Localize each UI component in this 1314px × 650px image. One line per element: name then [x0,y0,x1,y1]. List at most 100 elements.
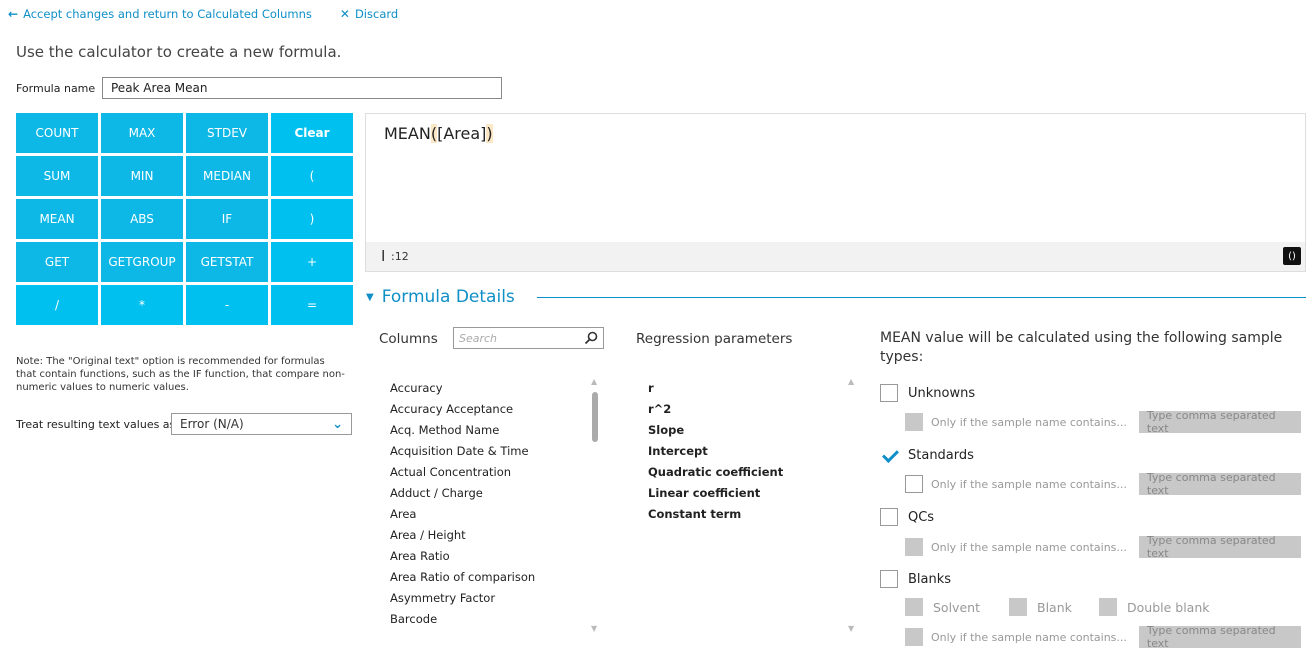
unknowns-only-if-checkbox[interactable] [905,413,923,431]
standards-only-if-label: Only if the sample name contains... [931,477,1127,491]
blanks-filter-input[interactable]: Type comma separated text [1138,624,1301,650]
paren-match-button[interactable]: () [1283,247,1301,265]
formula-details-toggle[interactable]: ▼ Formula Details [366,287,515,307]
blank-label: Blank [1037,599,1072,615]
list-item[interactable]: Barcode [390,609,590,630]
close-icon: ✕ [339,7,350,21]
accept-changes-label: Accept changes and return to Calculated … [23,7,312,21]
list-item[interactable]: Linear coefficient [648,483,848,504]
list-item[interactable]: Area Ratio of comparison [390,567,590,588]
min-button[interactable]: MIN [101,156,183,196]
formula-editor[interactable]: MEAN([Area]) I :12 () [365,113,1306,272]
treat-text-select[interactable]: Error (N/A) ⌄ [171,413,352,435]
list-item[interactable]: Slope [648,420,848,441]
divide-button[interactable]: / [16,285,98,325]
list-item[interactable]: Acquisition Date & Time [390,441,590,462]
equals-button[interactable]: = [271,285,353,325]
count-button[interactable]: COUNT [16,113,98,153]
qcs-only-if-label: Only if the sample name contains... [931,540,1127,554]
list-item[interactable]: Area [390,504,590,525]
standards-label: Standards [908,447,974,463]
qcs-filter-input[interactable]: Type comma separated text [1138,534,1301,560]
page-instruction: Use the calculator to create a new formu… [16,43,342,61]
standards-filter-input[interactable]: Type comma separated text [1138,471,1301,497]
minus-button[interactable]: - [186,285,268,325]
list-item[interactable]: Quadratic coefficient [648,462,848,483]
blanks-only-if-label: Only if the sample name contains... [931,630,1127,644]
regression-list[interactable]: r r^2 Slope Intercept Quadratic coeffici… [648,378,848,525]
standards-only-if-checkbox[interactable] [905,475,923,493]
double-blank-checkbox[interactable] [1099,598,1117,616]
blanks-checkbox[interactable] [880,570,898,588]
open-paren-button[interactable]: ( [271,156,353,196]
unknowns-checkbox[interactable] [880,384,898,402]
unknowns-only-if-label: Only if the sample name contains... [931,415,1127,429]
median-button[interactable]: MEDIAN [186,156,268,196]
sum-button[interactable]: SUM [16,156,98,196]
formula-name-input[interactable] [102,77,502,99]
columns-scrollbar-thumb[interactable] [592,392,598,442]
unknowns-filter-row: Only if the sample name contains... Type… [905,409,1301,435]
blank-checkbox[interactable] [1009,598,1027,616]
discard-label: Discard [354,7,399,21]
formula-function: MEAN [384,124,431,143]
qcs-only-if-checkbox[interactable] [905,538,923,556]
list-item[interactable]: Accuracy Acceptance [390,399,590,420]
columns-label: Columns [379,331,438,347]
blanks-subtypes-row: Solvent Blank Double blank [905,598,1210,616]
caret-down-icon: ▼ [366,291,374,303]
abs-button[interactable]: ABS [101,199,183,239]
plus-button[interactable]: + [271,242,353,282]
close-paren-button[interactable]: ) [271,199,353,239]
mean-button[interactable]: MEAN [16,199,98,239]
qcs-filter-row: Only if the sample name contains... Type… [905,534,1301,560]
stdev-button[interactable]: STDEV [186,113,268,153]
if-button[interactable]: IF [186,199,268,239]
list-item[interactable]: Adduct / Charge [390,483,590,504]
list-item[interactable]: Accuracy [390,378,590,399]
formula-text: MEAN([Area]) [384,124,493,143]
columns-list[interactable]: Accuracy Accuracy Acceptance Acq. Method… [390,378,590,643]
formula-details-title: Formula Details [381,287,515,307]
qcs-checkbox[interactable] [880,508,898,526]
formula-close-paren: ) [486,124,493,143]
list-item[interactable]: Asymmetry Factor [390,588,590,609]
calculator-keypad: COUNT MAX STDEV Clear SUM MIN MEDIAN ( M… [16,113,353,325]
standards-checkbox[interactable] [880,446,898,464]
list-item[interactable]: Constant term [648,504,848,525]
arrow-left-icon: ← [8,7,19,21]
columns-search-input[interactable]: Search [453,327,604,349]
solvent-checkbox[interactable] [905,598,923,616]
search-icon [584,331,598,345]
scroll-up-icon[interactable]: ▲ [591,377,597,386]
multiply-button[interactable]: * [101,285,183,325]
list-item[interactable]: Area Ratio [390,546,590,567]
getstat-button[interactable]: GETSTAT [186,242,268,282]
search-placeholder: Search [459,331,498,345]
original-text-note: Note: The "Original text" option is reco… [16,356,345,393]
clear-button[interactable]: Clear [271,113,353,153]
list-item[interactable]: r [648,378,848,399]
max-button[interactable]: MAX [101,113,183,153]
list-item[interactable]: r^2 [648,399,848,420]
list-item[interactable]: Actual Concentration [390,462,590,483]
list-item[interactable]: Acq. Method Name [390,420,590,441]
regression-scroll-down-icon[interactable]: ▼ [848,624,854,633]
scroll-down-icon[interactable]: ▼ [591,624,597,633]
editor-footer: I :12 () [366,242,1305,271]
discard-link[interactable]: ✕ Discard [340,7,398,21]
qcs-label: QCs [908,509,935,525]
blanks-only-if-checkbox[interactable] [905,628,923,646]
cursor-position: :12 [391,250,409,263]
get-button[interactable]: GET [16,242,98,282]
formula-argument: [Area] [437,124,487,143]
double-blank-label: Double blank [1127,599,1210,615]
unknowns-label: Unknowns [908,385,976,401]
getgroup-button[interactable]: GETGROUP [101,242,183,282]
unknowns-filter-input[interactable]: Type comma separated text [1138,409,1301,435]
accept-changes-link[interactable]: ← Accept changes and return to Calculate… [8,7,312,21]
blanks-filter-row: Only if the sample name contains... Type… [905,624,1301,650]
regression-scroll-up-icon[interactable]: ▲ [848,377,854,386]
list-item[interactable]: Intercept [648,441,848,462]
list-item[interactable]: Area / Height [390,525,590,546]
